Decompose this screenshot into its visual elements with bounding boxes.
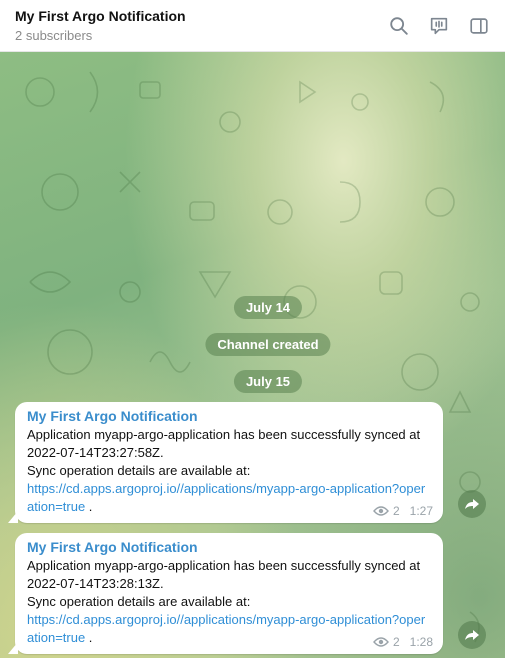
- sidebar-toggle-icon[interactable]: [467, 14, 491, 38]
- date-separator: July 14: [233, 296, 303, 319]
- chat-area[interactable]: July 14 Channel created July 15 My First…: [0, 52, 505, 658]
- forward-button[interactable]: [458, 621, 486, 649]
- forward-icon: [465, 499, 479, 509]
- views-icon: [373, 637, 389, 647]
- message-bubble[interactable]: My First Argo Notification Application m…: [8, 533, 443, 654]
- message-meta: 2 1:28: [373, 635, 433, 649]
- message-text: Application myapp-argo-application has b…: [27, 427, 426, 514]
- message-sender[interactable]: My First Argo Notification: [27, 539, 431, 555]
- channel-title[interactable]: My First Argo Notification: [15, 8, 186, 24]
- live-chat-icon[interactable]: [427, 14, 451, 38]
- views-icon: [373, 506, 389, 516]
- message-sender[interactable]: My First Argo Notification: [27, 408, 431, 424]
- message-meta: 2 1:27: [373, 504, 433, 518]
- subscriber-count: 2 subscribers: [15, 28, 93, 43]
- service-message: Channel created: [205, 333, 331, 356]
- chat-header: My First Argo Notification 2 subscribers: [0, 0, 505, 52]
- forward-button[interactable]: [458, 490, 486, 518]
- forward-icon: [465, 630, 479, 640]
- message-time: 1:27: [409, 504, 433, 518]
- view-count: 2: [392, 635, 400, 649]
- message-text: Application myapp-argo-application has b…: [27, 558, 426, 645]
- message-bubble[interactable]: My First Argo Notification Application m…: [8, 402, 443, 523]
- search-icon[interactable]: [387, 14, 411, 38]
- date-separator: July 15: [233, 370, 303, 393]
- view-count: 2: [392, 504, 400, 518]
- message-time: 1:28: [409, 635, 433, 649]
